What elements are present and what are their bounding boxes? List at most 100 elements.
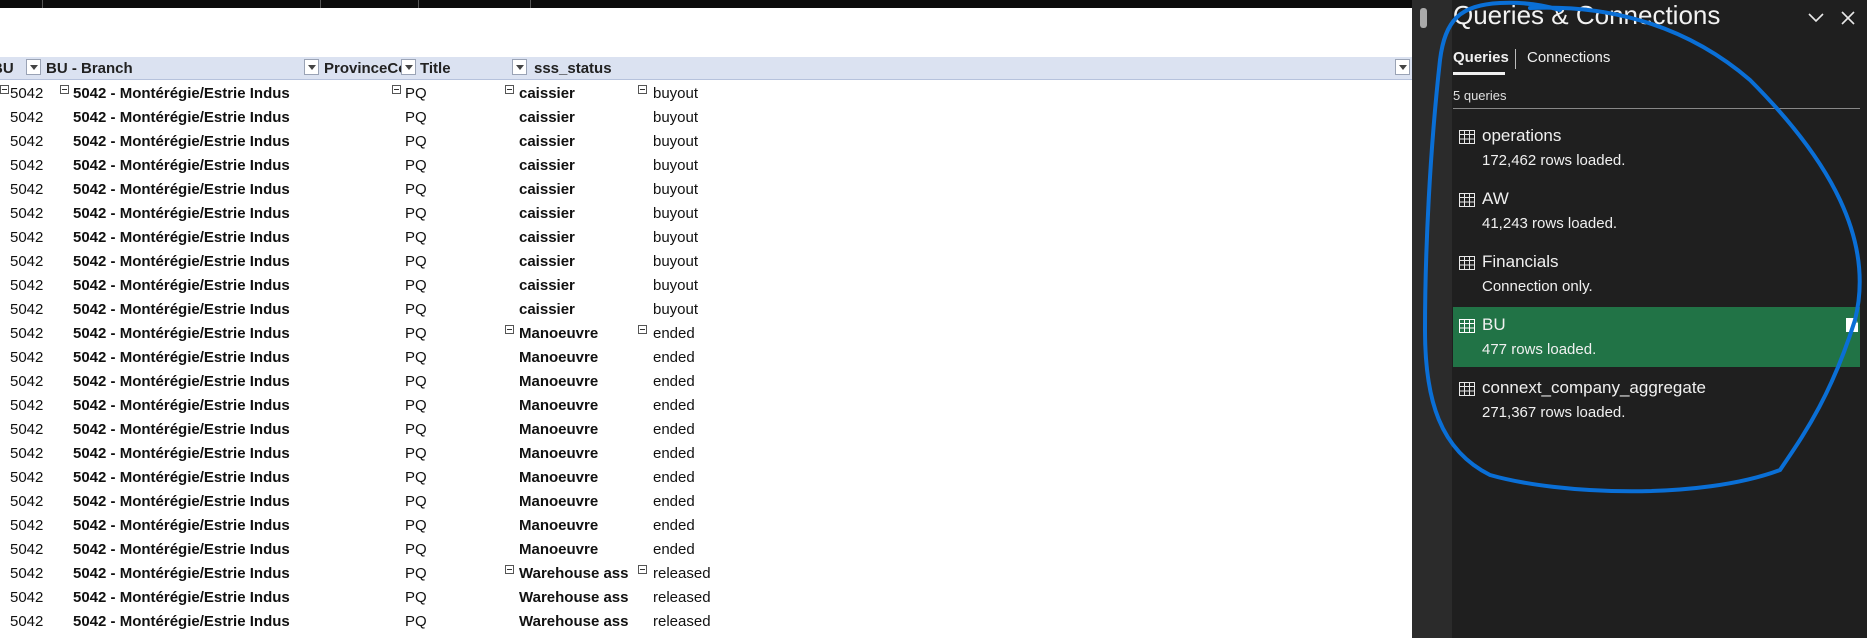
cell-branch[interactable]: 5042 - Montérégie/Estrie Indus <box>73 349 313 366</box>
table-row[interactable]: 5042 5042 - Montérégie/Estrie Indus PQ cais… <box>0 201 1412 225</box>
cell-status[interactable]: ended <box>653 373 773 390</box>
cell-bu[interactable]: 5042 <box>10 421 48 438</box>
cell-status[interactable]: ended <box>653 445 773 462</box>
cell-title[interactable]: Manoeuvre <box>519 421 634 438</box>
tab-connections[interactable]: Connections <box>1527 49 1610 66</box>
table-row[interactable]: 5042 5042 - Montérégie/Estrie Indus PQ Mano… <box>0 369 1412 393</box>
cell-branch[interactable]: 5042 - Montérégie/Estrie Indus <box>73 301 313 318</box>
table-row[interactable]: 5042 5042 - Montérégie/Estrie Indus PQ cais… <box>0 297 1412 321</box>
cell-title[interactable]: caissier <box>519 229 634 246</box>
collapse-group-icon[interactable] <box>60 85 69 94</box>
collapse-group-icon[interactable] <box>638 325 647 334</box>
cell-prov[interactable]: PQ <box>405 517 485 534</box>
cell-status[interactable]: released <box>653 589 773 606</box>
table-row[interactable]: 5042 5042 - Montérégie/Estrie Indus PQ cais… <box>0 81 1412 105</box>
filter-dropdown-icon[interactable] <box>304 59 319 75</box>
cell-prov[interactable]: PQ <box>405 253 485 270</box>
cell-prov[interactable]: PQ <box>405 397 485 414</box>
cell-prov[interactable]: PQ <box>405 541 485 558</box>
cell-status[interactable]: ended <box>653 349 773 366</box>
query-item-financials[interactable]: Financials Connection only. <box>1453 244 1860 304</box>
table-row[interactable]: 5042 5042 - Montérégie/Estrie Indus PQ Mano… <box>0 465 1412 489</box>
table-row[interactable]: 5042 5042 - Montérégie/Estrie Indus PQ cais… <box>0 249 1412 273</box>
cell-bu[interactable]: 5042 <box>10 325 48 342</box>
cell-status[interactable]: buyout <box>653 109 773 126</box>
cell-bu[interactable]: 5042 <box>10 517 48 534</box>
cell-title[interactable]: caissier <box>519 205 634 222</box>
cell-branch[interactable]: 5042 - Montérégie/Estrie Indus <box>73 421 313 438</box>
cell-status[interactable]: buyout <box>653 181 773 198</box>
cell-branch[interactable]: 5042 - Montérégie/Estrie Indus <box>73 469 313 486</box>
cell-prov[interactable]: PQ <box>405 205 485 222</box>
cell-prov[interactable]: PQ <box>405 133 485 150</box>
cell-status[interactable]: released <box>653 613 773 630</box>
table-row[interactable]: 5042 5042 - Montérégie/Estrie Indus PQ cais… <box>0 105 1412 129</box>
cell-branch[interactable]: 5042 - Montérégie/Estrie Indus <box>73 205 313 222</box>
chevron-down-icon[interactable] <box>1807 10 1825 24</box>
header-province[interactable]: ProvinceCode <box>321 57 417 79</box>
cell-branch[interactable]: 5042 - Montérégie/Estrie Indus <box>73 181 313 198</box>
table-row[interactable]: 5042 5042 - Montérégie/Estrie Indus PQ Mano… <box>0 489 1412 513</box>
table-row[interactable]: 5042 5042 - Montérégie/Estrie Indus PQ cais… <box>0 129 1412 153</box>
cell-prov[interactable]: PQ <box>405 493 485 510</box>
cell-branch[interactable]: 5042 - Montérégie/Estrie Indus <box>73 613 313 630</box>
spreadsheet-grid[interactable]: BU BU - Branch ProvinceCode Title sss_st… <box>0 0 1412 638</box>
cell-title[interactable]: Manoeuvre <box>519 349 634 366</box>
cell-title[interactable]: Warehouse ass <box>519 613 634 630</box>
cell-bu[interactable]: 5042 <box>10 181 48 198</box>
cell-prov[interactable]: PQ <box>405 421 485 438</box>
cell-status[interactable]: ended <box>653 493 773 510</box>
collapse-group-icon[interactable] <box>0 85 9 94</box>
cell-bu[interactable]: 5042 <box>10 445 48 462</box>
cell-title[interactable]: Manoeuvre <box>519 373 634 390</box>
filter-dropdown-icon[interactable] <box>1395 59 1410 75</box>
cell-branch[interactable]: 5042 - Montérégie/Estrie Indus <box>73 325 313 342</box>
header-title[interactable]: Title <box>418 57 530 79</box>
cell-branch[interactable]: 5042 - Montérégie/Estrie Indus <box>73 373 313 390</box>
cell-prov[interactable]: PQ <box>405 325 485 342</box>
header-bu[interactable]: BU <box>0 57 42 79</box>
cell-title[interactable]: caissier <box>519 277 634 294</box>
cell-prov[interactable]: PQ <box>405 157 485 174</box>
collapse-group-icon[interactable] <box>505 565 514 574</box>
header-sss-status[interactable]: sss_status <box>531 57 1412 79</box>
cell-branch[interactable]: 5042 - Montérégie/Estrie Indus <box>73 277 313 294</box>
cell-branch[interactable]: 5042 - Montérégie/Estrie Indus <box>73 253 313 270</box>
cell-status[interactable]: buyout <box>653 253 773 270</box>
scrollbar-thumb[interactable] <box>1420 8 1427 28</box>
cell-title[interactable]: Manoeuvre <box>519 445 634 462</box>
table-row[interactable]: 5042 5042 - Montérégie/Estrie Indus PQ Mano… <box>0 537 1412 561</box>
cell-bu[interactable]: 5042 <box>10 349 48 366</box>
cell-status[interactable]: buyout <box>653 85 773 102</box>
cell-bu[interactable]: 5042 <box>10 85 48 102</box>
cell-status[interactable]: buyout <box>653 229 773 246</box>
cell-bu[interactable]: 5042 <box>10 493 48 510</box>
cell-prov[interactable]: PQ <box>405 301 485 318</box>
cell-branch[interactable]: 5042 - Montérégie/Estrie Indus <box>73 565 313 582</box>
cell-status[interactable]: ended <box>653 517 773 534</box>
cell-prov[interactable]: PQ <box>405 445 485 462</box>
cell-prov[interactable]: PQ <box>405 469 485 486</box>
cell-status[interactable]: ended <box>653 469 773 486</box>
cell-bu[interactable]: 5042 <box>10 205 48 222</box>
cell-prov[interactable]: PQ <box>405 373 485 390</box>
cell-branch[interactable]: 5042 - Montérégie/Estrie Indus <box>73 397 313 414</box>
cell-status[interactable]: buyout <box>653 205 773 222</box>
cell-prov[interactable]: PQ <box>405 109 485 126</box>
cell-status[interactable]: buyout <box>653 277 773 294</box>
cell-title[interactable]: caissier <box>519 181 634 198</box>
cell-branch[interactable]: 5042 - Montérégie/Estrie Indus <box>73 133 313 150</box>
table-row[interactable]: 5042 5042 - Montérégie/Estrie Indus PQ cais… <box>0 273 1412 297</box>
cell-branch[interactable]: 5042 - Montérégie/Estrie Indus <box>73 157 313 174</box>
cell-prov[interactable]: PQ <box>405 181 485 198</box>
table-row[interactable]: 5042 5042 - Montérégie/Estrie Indus PQ Mano… <box>0 513 1412 537</box>
cell-status[interactable]: buyout <box>653 301 773 318</box>
cell-bu[interactable]: 5042 <box>10 133 48 150</box>
pane-splitter[interactable] <box>1412 0 1452 638</box>
table-row[interactable]: 5042 5042 - Montérégie/Estrie Indus PQ Mano… <box>0 441 1412 465</box>
cell-status[interactable]: buyout <box>653 157 773 174</box>
cell-bu[interactable]: 5042 <box>10 229 48 246</box>
cell-title[interactable]: caissier <box>519 109 634 126</box>
cell-title[interactable]: caissier <box>519 253 634 270</box>
edit-query-icon[interactable] <box>1845 317 1859 333</box>
